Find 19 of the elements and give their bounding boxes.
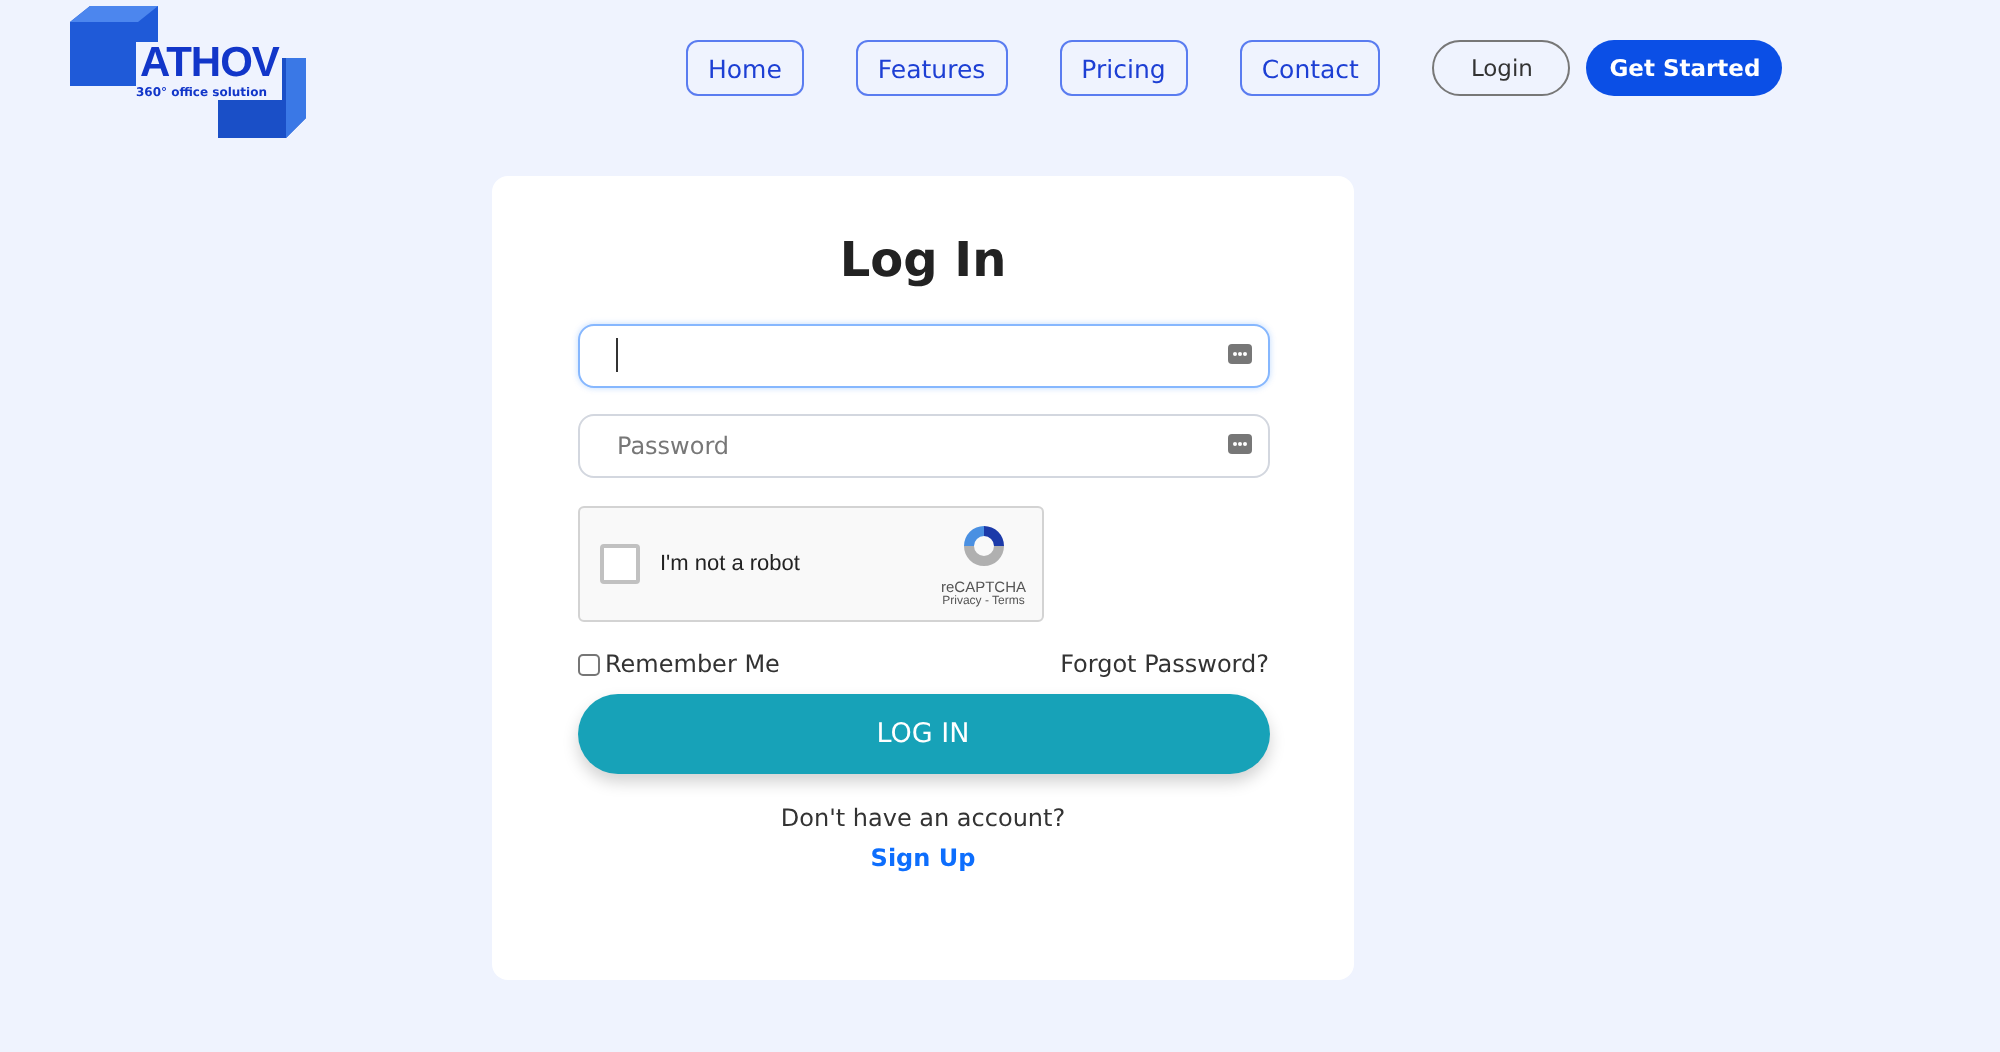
signup-link[interactable]: Sign Up <box>870 844 976 872</box>
nav-link[interactable]: Contact <box>1239 40 1381 96</box>
remember-checkbox[interactable] <box>577 653 599 675</box>
nav-link[interactable]: Pricing <box>1059 40 1188 96</box>
nav-link[interactable]: Home <box>686 40 804 96</box>
login-button[interactable]: Login <box>1432 40 1571 96</box>
username-field[interactable] <box>577 324 1269 388</box>
password-manager-icon[interactable] <box>1227 434 1251 454</box>
nav-link[interactable]: Features <box>855 40 1008 96</box>
captcha-label: I'm not a robot <box>660 552 800 576</box>
form-title: Log In <box>839 232 1007 288</box>
logo-name: ATHOV <box>136 42 283 86</box>
password-manager-icon[interactable] <box>1227 344 1251 364</box>
get-started-button[interactable]: Get Started <box>1586 40 1783 96</box>
password-field[interactable]: Password <box>577 414 1269 478</box>
signup-prompt: Don't have an account? <box>780 804 1066 832</box>
forgot-password-link[interactable]: Forgot Password? <box>1060 650 1269 678</box>
remember-label: Remember Me <box>605 650 780 678</box>
captcha-checkbox[interactable] <box>600 544 640 584</box>
